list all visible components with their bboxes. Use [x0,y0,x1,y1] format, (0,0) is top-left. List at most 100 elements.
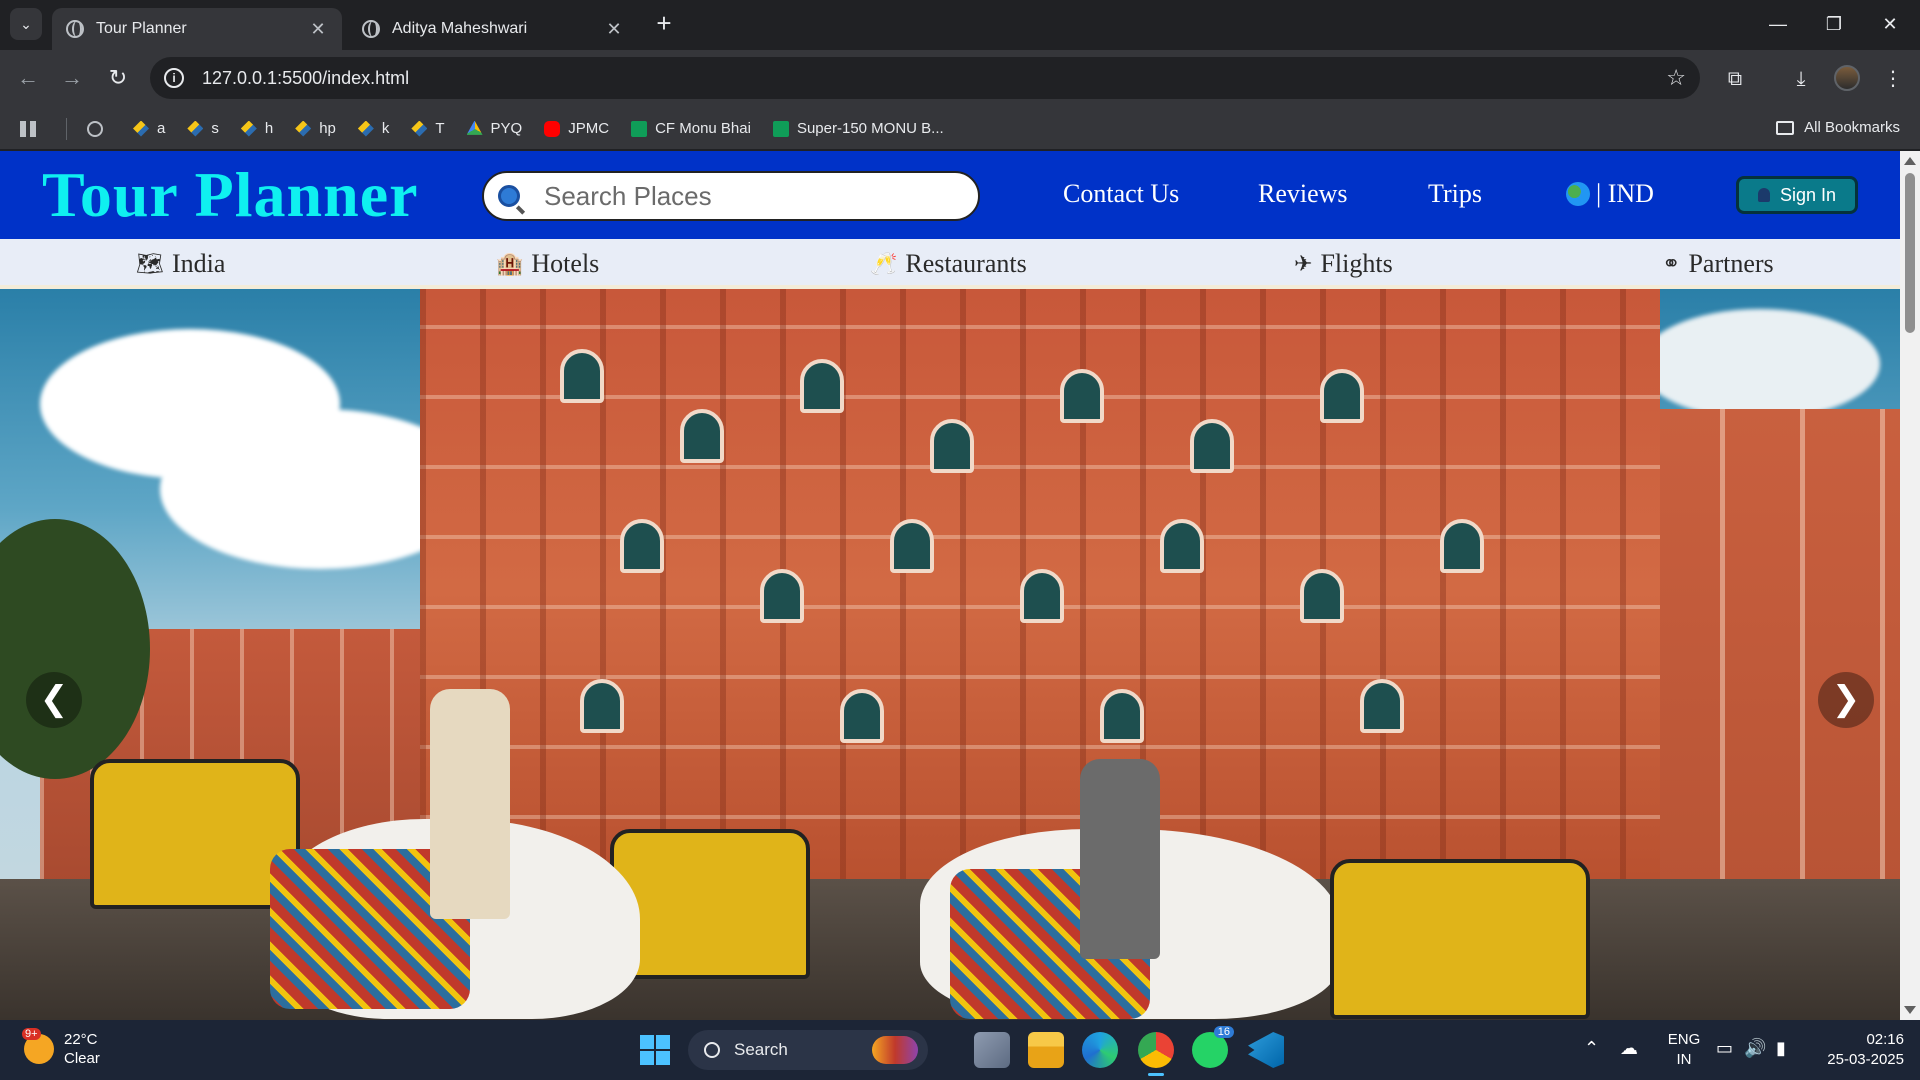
category-flights[interactable]: ✈ Flights [1294,249,1393,279]
tab-tour-planner[interactable]: Tour Planner ✕ [52,8,342,50]
nav-contact-us[interactable]: Contact Us [1063,179,1179,209]
windows-start-icon[interactable] [640,1035,670,1065]
category-hotels[interactable]: 🏨 Hotels [496,249,599,279]
scroll-down-icon[interactable] [1904,1006,1916,1014]
browser-tab-bar: ⌄ Tour Planner ✕ Aditya Maheshwari ✕ + —… [0,0,1920,50]
auto-rickshaw [610,829,810,979]
onedrive-cloud-icon[interactable]: ☁ [1620,1038,1638,1059]
bookmark-label: CF Monu Bhai [655,120,751,137]
palace-window [890,519,934,573]
site-info-icon[interactable]: i [164,68,184,88]
auto-rickshaw [1330,859,1590,1019]
clock-time: 02:16 [1866,1031,1904,1048]
scrollbar-thumb[interactable] [1905,173,1915,333]
scroll-up-icon[interactable] [1904,157,1916,165]
bookmark-label: hp [319,120,336,137]
apps-grid-icon[interactable] [20,120,44,137]
tab-aditya-maheshwari[interactable]: Aditya Maheshwari ✕ [348,8,638,50]
palace-window [580,679,624,733]
sign-in-label: Sign In [1779,184,1837,205]
google-sheets-icon [772,120,789,137]
taskbar-search[interactable]: Search [688,1030,928,1070]
clock-date: 25-03-2025 [1827,1051,1904,1068]
bookmark-label: T [435,120,445,137]
tab-search-chevron-icon[interactable]: ⌄ [10,8,42,40]
task-view-icon[interactable] [974,1032,1010,1068]
minimize-button[interactable]: — [1758,8,1798,40]
address-bar[interactable]: i 127.0.0.1:5500/index.html ☆ [150,57,1700,99]
taskbar-search-label: Search [734,1040,788,1059]
palace-window [760,569,804,623]
palace-window [1440,519,1484,573]
bookmark-a[interactable]: a [133,120,165,137]
new-tab-button[interactable]: + [650,10,678,38]
bookmarks-divider [66,117,67,140]
carousel-next-button[interactable]: ❯ [1818,672,1874,728]
palace-window [560,349,604,403]
hero-carousel-image: ❮ ❯ [0,289,1900,1020]
close-tab-icon[interactable]: ✕ [604,19,624,40]
restore-button[interactable]: ❐ [1814,8,1854,40]
region-selector[interactable]: | IND [1566,179,1654,209]
search-icon [704,1042,720,1058]
vscode-icon[interactable] [1248,1032,1284,1068]
nav-reviews[interactable]: Reviews [1258,179,1348,209]
bookmark-jpmc[interactable]: JPMC [544,120,609,137]
region-label: | IND [1596,179,1654,208]
all-bookmarks-button[interactable]: All Bookmarks [1776,119,1900,136]
profile-avatar[interactable] [1834,65,1860,91]
whatsapp-badge: 16 [1213,1026,1234,1038]
bookmark-s[interactable]: s [187,120,219,137]
reload-button[interactable]: ↻ [102,62,134,94]
download-icon[interactable]: ⤓ [1784,62,1818,96]
link-icon: ⚭ [1662,251,1681,276]
palace-window [1060,369,1104,423]
palace-window [1300,569,1344,623]
bookmark-star-icon[interactable]: ☆ [1666,65,1686,91]
bookmark-hp[interactable]: hp [295,120,336,137]
bookmark-pyq[interactable]: PYQ [466,120,522,137]
system-clock[interactable]: 02:16 25-03-2025 [1818,1030,1904,1070]
codeforces-icon [295,120,312,137]
bookmark-cf-monu-bhai[interactable]: CF Monu Bhai [631,120,751,137]
carousel-prev-button[interactable]: ❮ [26,672,82,728]
network-icon[interactable]: ▭ [1716,1038,1733,1059]
bookmark-h[interactable]: h [240,120,274,137]
category-partners[interactable]: ⚭ Partners [1662,249,1774,279]
sign-in-button[interactable]: Sign In [1736,176,1858,214]
back-button[interactable]: ← [12,62,44,94]
close-tab-icon[interactable]: ✕ [308,19,328,40]
extensions-icon[interactable]: ⧉ [1718,62,1752,96]
bookmark-t[interactable]: T [411,120,445,137]
category-india[interactable]: 🗺 India [136,249,225,279]
close-window-button[interactable]: ✕ [1870,8,1910,40]
nav-trips[interactable]: Trips [1428,179,1482,209]
battery-icon[interactable]: ▮ [1776,1038,1786,1059]
notification-badge: 9+ [22,1028,41,1040]
search-bar[interactable] [482,171,980,221]
bookmark-super-150[interactable]: Super-150 MONU B... [772,120,944,137]
palace-window [680,409,724,463]
bookmark-k[interactable]: k [357,120,389,137]
more-menu-icon[interactable]: ⋮ [1876,62,1910,96]
edge-browser-icon[interactable] [1082,1032,1118,1068]
page-scrollbar[interactable] [1900,151,1920,1020]
weather-widget[interactable]: 9+ 22°C Clear [22,1028,100,1068]
forward-button[interactable]: → [56,62,88,94]
file-explorer-icon[interactable] [1028,1032,1064,1068]
category-restaurants[interactable]: 🥂 Restaurants [870,249,1027,279]
auto-rickshaw [90,759,300,909]
language-code: ENG [1667,1031,1701,1048]
language-indicator[interactable]: ENG IN [1664,1030,1704,1070]
category-nav: 🗺 India 🏨 Hotels 🥂 Restaurants ✈ Flights… [0,239,1900,289]
bookmark-label: h [264,120,274,137]
whatsapp-icon[interactable]: 16 [1192,1026,1234,1068]
google-sheets-icon [631,120,648,137]
site-logo[interactable]: Tour Planner [42,158,419,232]
show-hidden-icons-chevron-icon[interactable]: ⌃ [1584,1038,1599,1059]
chrome-icon[interactable] [1138,1032,1174,1076]
search-input[interactable] [544,180,944,212]
bookmark-label: s [211,120,219,137]
bookmark-globe[interactable] [87,120,111,137]
volume-icon[interactable]: 🔊 [1744,1038,1766,1059]
